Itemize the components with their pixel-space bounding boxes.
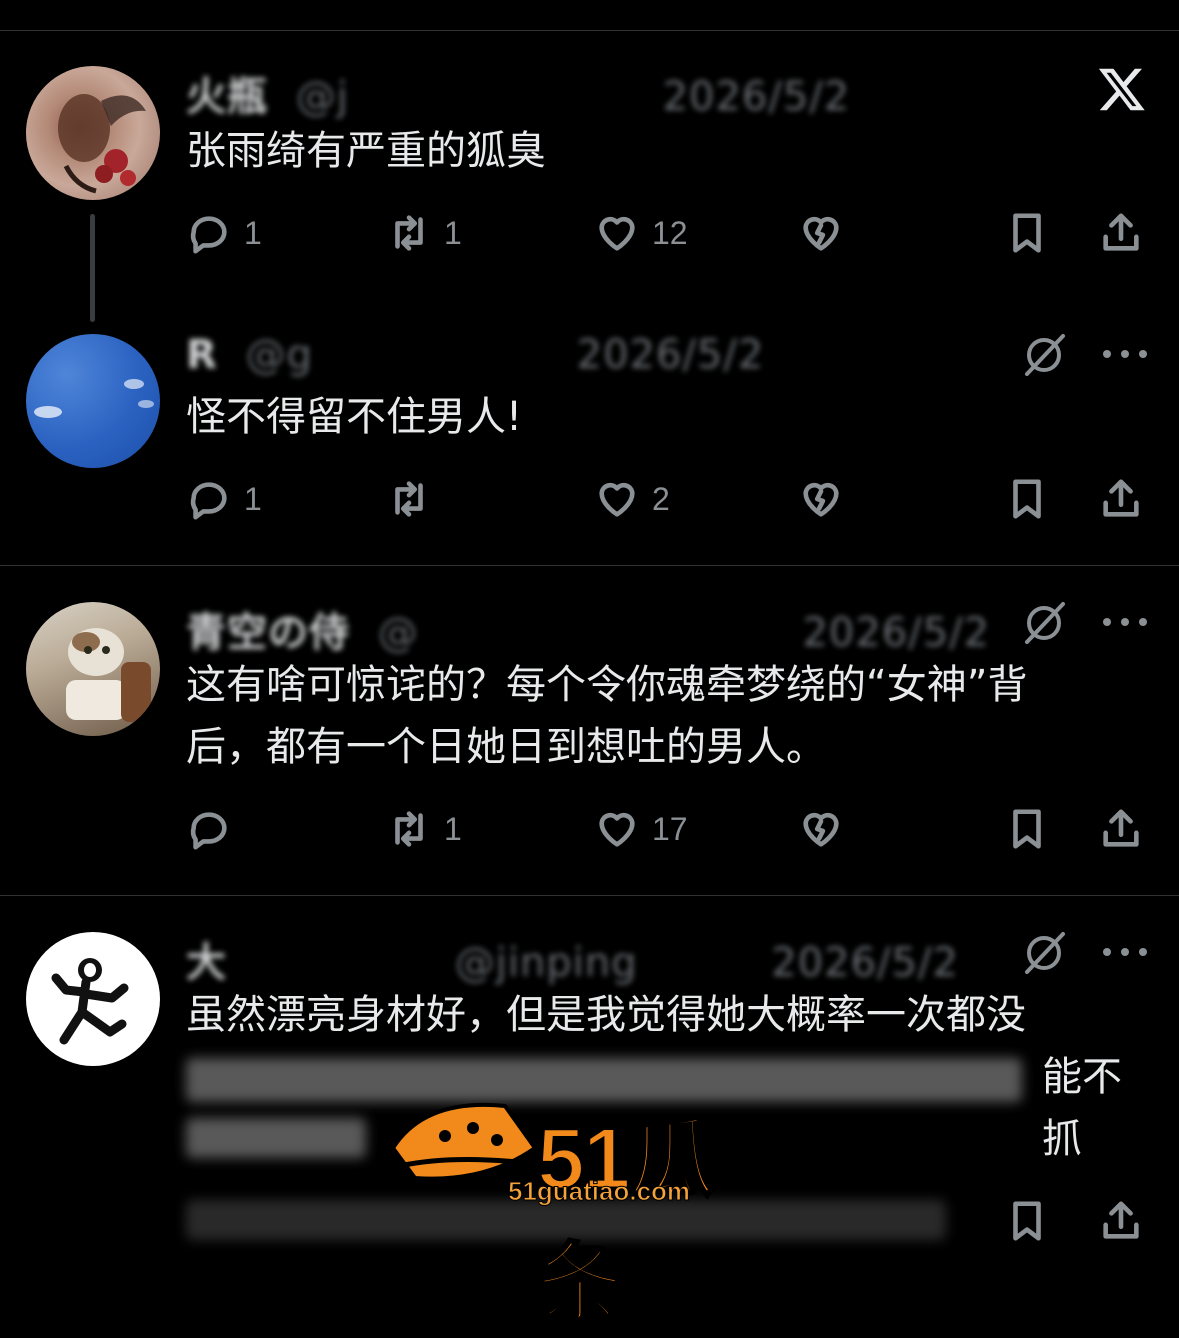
reply-icon [190, 812, 227, 850]
retweet-button[interactable] [386, 474, 444, 524]
share-button[interactable] [1098, 1196, 1144, 1246]
watermark: 51瓜条 51guatiao.com [385, 1088, 795, 1334]
author-handle[interactable]: @j [296, 74, 349, 120]
author-name[interactable]: 大 [186, 940, 227, 986]
tweet-text: 怪不得留不住男人! [186, 394, 523, 440]
watermark-brand: 51瓜条 [536, 1110, 717, 1334]
share-button[interactable] [1098, 474, 1144, 524]
author-handle[interactable]: @ [378, 610, 419, 656]
retweet-count: 1 [444, 214, 462, 251]
dislike-button[interactable] [798, 804, 844, 854]
share-button[interactable] [1098, 208, 1144, 258]
tweet-date[interactable]: 2026/5/2 [663, 74, 851, 120]
translate-button[interactable] [1019, 598, 1069, 648]
author-handle[interactable]: @jinping [455, 940, 638, 986]
author-name[interactable]: 火瓶 [186, 74, 268, 120]
avatar[interactable] [26, 334, 160, 468]
avatar[interactable] [26, 932, 160, 1066]
tweet-text: 这有啥可惊诧的？每个令你魂牵梦绕的“女神”背 后，都有一个日她日到想吐的男人。 [186, 654, 1146, 778]
like-button[interactable]: 2 [594, 474, 670, 524]
more-icon [1103, 618, 1111, 626]
bookmark-icon [1013, 479, 1041, 519]
action-bar: 1 1 12 [186, 208, 1146, 258]
tweet-meta: 火瓶 @j 2026/5/2 [186, 64, 850, 122]
like-button[interactable]: 12 [594, 208, 688, 258]
tweet-divider [0, 565, 1179, 566]
censored-text [186, 1118, 366, 1158]
more-icon [1103, 948, 1111, 956]
tweet-date[interactable]: 2026/5/2 [802, 610, 990, 656]
reply-count: 1 [244, 480, 262, 517]
tweet-date[interactable]: 2026/5/2 [771, 940, 959, 986]
avatar[interactable] [26, 602, 160, 736]
heart-icon [599, 216, 635, 251]
heart-icon [599, 812, 635, 847]
reply-button[interactable]: 1 [186, 208, 262, 258]
tweet-text-line: 虽然漂亮身材好，但是我觉得她大概率一次都没 [186, 992, 1026, 1038]
reply-icon [190, 216, 227, 254]
translate-button[interactable] [1019, 330, 1069, 380]
share-icon [1103, 809, 1139, 847]
tweet-meta: 大 @jinping 2026/5/2 [186, 930, 959, 988]
broken-heart-icon [803, 216, 839, 251]
more-button[interactable] [1103, 612, 1147, 632]
tweet-date[interactable]: 2026/5/2 [577, 332, 765, 378]
retweet-icon [395, 481, 423, 517]
retweet-button[interactable]: 1 [386, 208, 462, 258]
author-name[interactable]: 青空の侍 [186, 610, 350, 656]
heart-icon [599, 482, 635, 517]
reply-count: 1 [244, 214, 262, 251]
retweet-icon [395, 215, 423, 251]
more-button[interactable] [1103, 344, 1147, 364]
bookmark-button[interactable] [1004, 474, 1050, 524]
watermark-url: 51guatiao.com [507, 1176, 691, 1207]
tweet-meta: R @g 2026/5/2 [186, 332, 764, 378]
bookmark-icon [1013, 809, 1041, 849]
action-bar: 1 2 [186, 474, 1146, 524]
tweet-text-line: 这有啥可惊诧的？每个令你魂牵梦绕的“女神”背 [186, 662, 1028, 708]
tweet-text-fragment: 能不抓 [1042, 1054, 1122, 1162]
translate-icon [1025, 932, 1065, 974]
broken-heart-icon [803, 812, 839, 847]
dislike-button[interactable] [798, 208, 844, 258]
like-button[interactable]: 17 [594, 804, 688, 854]
bookmark-button[interactable] [1004, 804, 1050, 854]
action-bar: 1 17 [186, 804, 1146, 854]
translate-icon [1025, 334, 1065, 376]
broken-heart-icon [803, 482, 839, 517]
like-count: 2 [652, 480, 670, 517]
tweet-text: 张雨绮有严重的狐臭 [186, 128, 546, 174]
tweet-meta: 青空の侍 @ 2026/5/2 [186, 600, 990, 658]
share-icon [1103, 479, 1139, 517]
reply-button[interactable] [186, 804, 244, 854]
tweet-divider [0, 895, 1179, 896]
share-button[interactable] [1098, 804, 1144, 854]
translate-button[interactable] [1019, 928, 1069, 978]
retweet-button[interactable]: 1 [386, 804, 462, 854]
translate-icon [1025, 602, 1065, 644]
reply-icon [190, 482, 227, 520]
bookmark-button[interactable] [1004, 1196, 1050, 1246]
retweet-icon [395, 811, 423, 847]
bookmark-icon [1013, 213, 1041, 253]
bookmark-icon [1013, 1201, 1041, 1241]
thread-connector [90, 214, 95, 322]
share-icon [1103, 213, 1139, 251]
bookmark-button[interactable] [1004, 208, 1050, 258]
retweet-count: 1 [444, 810, 462, 847]
dislike-button[interactable] [798, 474, 844, 524]
tweet-text-line: 后，都有一个日她日到想吐的男人。 [186, 724, 826, 770]
more-button[interactable] [1103, 942, 1147, 962]
like-count: 12 [652, 214, 688, 251]
more-icon [1103, 350, 1111, 358]
author-name[interactable]: R [186, 332, 218, 378]
share-icon [1103, 1201, 1139, 1239]
x-logo-icon[interactable] [1097, 64, 1147, 114]
avatar[interactable] [26, 66, 160, 200]
author-handle[interactable]: @g [246, 332, 313, 378]
top-divider [0, 30, 1179, 31]
like-count: 17 [652, 810, 688, 847]
reply-button[interactable]: 1 [186, 474, 262, 524]
